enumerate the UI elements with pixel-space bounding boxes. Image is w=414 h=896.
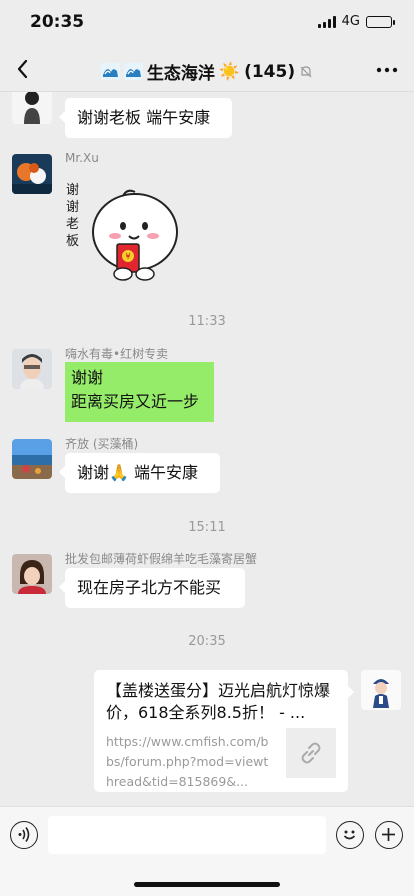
message-text: 谢谢 (77, 463, 110, 482)
plus-icon[interactable] (375, 821, 403, 849)
network-label: 4G (341, 14, 360, 29)
sender-name: 嗨水有毒•红树专卖 (65, 347, 169, 361)
chat-header: 生态海洋 ☀️ (145) (0, 48, 414, 92)
sun-emoji: ☀️ (218, 61, 241, 82)
message-text: 端午安康 (134, 463, 199, 482)
sticker-text: 谢谢老板 (66, 183, 80, 249)
wave-emoji-icon (100, 63, 120, 80)
message-line: 距离买房又近一步 (71, 392, 200, 411)
sender-name: 批发包邮薄荷虾假绵羊吃毛藻寄居蟹 (65, 552, 258, 566)
voice-icon[interactable] (10, 821, 38, 849)
mute-icon (300, 65, 312, 77)
more-icon[interactable] (374, 60, 400, 80)
sender-name: 齐放 (买藻桶) (65, 437, 139, 451)
home-indicator[interactable] (134, 882, 280, 887)
avatar[interactable] (12, 554, 52, 594)
sticker-image[interactable]: ¥ (65, 170, 185, 290)
message-input[interactable] (48, 816, 326, 854)
link-card-url: https://www.cmfish.com/bbs/forum.php?mod… (106, 734, 269, 789)
message-bubble[interactable]: 谢谢老板 端午安康 (59, 98, 232, 138)
signal-icon (317, 15, 336, 28)
group-name: 生态海洋 (146, 64, 215, 84)
message-bubble[interactable]: 谢谢🙏 端午安康 (59, 453, 220, 493)
sticker-coin: ¥ (125, 252, 130, 261)
avatar[interactable] (12, 92, 52, 124)
timestamp: 11:33 (188, 314, 226, 329)
chat-title[interactable]: 生态海洋 ☀️ (145) (0, 59, 414, 84)
status-indicators: 4G (317, 14, 395, 29)
avatar[interactable] (12, 349, 52, 389)
message-line: 谢谢 (71, 368, 104, 387)
status-time: 20:35 (30, 12, 85, 32)
avatar[interactable] (12, 439, 52, 479)
timestamp: 20:35 (188, 634, 226, 649)
link-icon (301, 742, 321, 764)
emoji-icon[interactable] (336, 821, 364, 849)
message-bubble[interactable]: 现在房子北方不能买 (59, 568, 245, 608)
avatar[interactable] (361, 670, 401, 710)
message-bubble[interactable]: 谢谢 距离买房又近一步 (65, 362, 214, 422)
message-list[interactable]: 谢谢老板 端午安康 Mr.Xu ¥ 谢谢老板 11:33 嗨水有毒•红树专卖 谢… (0, 92, 414, 806)
link-thumbnail (286, 728, 336, 778)
sender-name: Mr.Xu (65, 151, 99, 165)
status-bar: 20:35 4G (0, 0, 414, 48)
avatar[interactable] (12, 154, 52, 194)
wave-emoji-icon (123, 63, 143, 80)
timestamp: 15:11 (188, 520, 226, 535)
battery-icon (366, 15, 395, 28)
link-card-message[interactable]: 【盖楼送蛋分】迈光启航灯惊爆价，618全系列8.5折！ - ... https:… (94, 670, 354, 792)
link-card-title: 【盖楼送蛋分】迈光启航灯惊爆价，618全系列8.5折！ - ... (106, 681, 331, 722)
pray-emoji: 🙏 (109, 463, 129, 482)
member-count: (145) (244, 61, 296, 82)
